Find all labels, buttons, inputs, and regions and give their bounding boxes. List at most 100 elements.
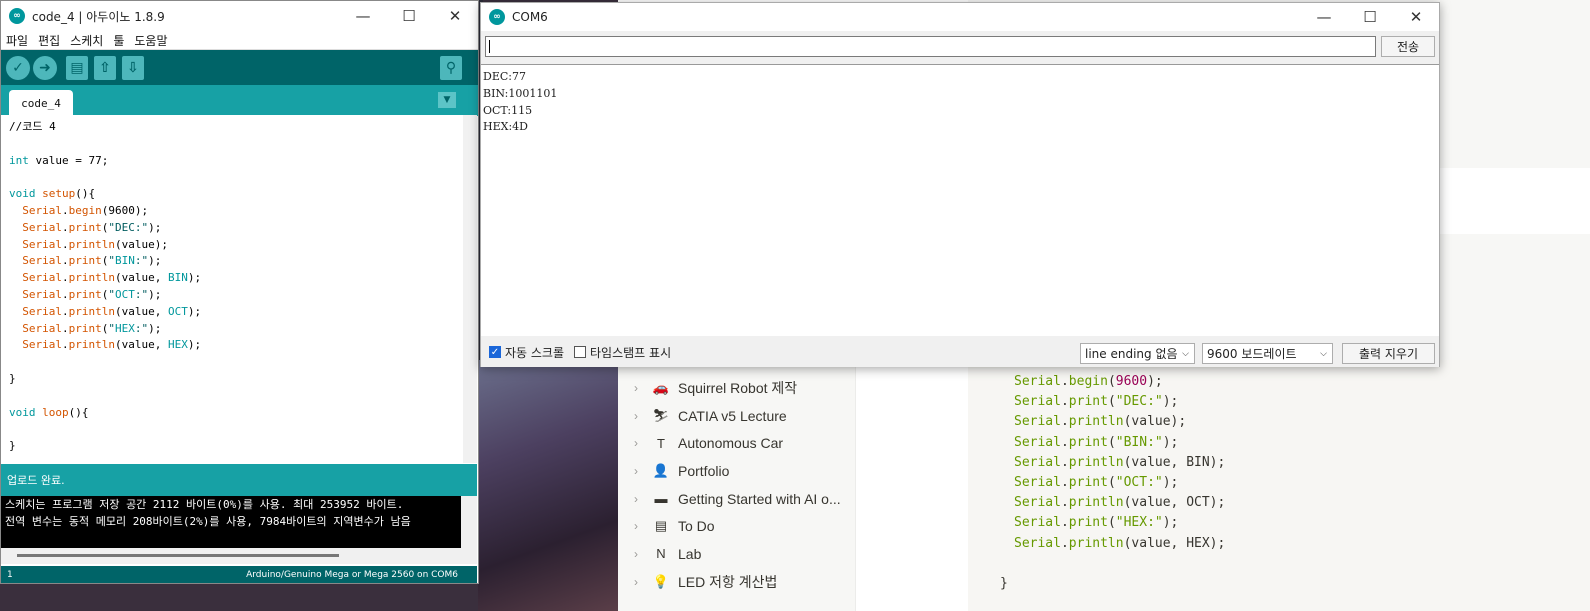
ide-toolbar: ✓ ➜ ▤ ⇧ ⇩ ⚲ [1,50,478,85]
notion-sidebar-item[interactable]: › ⛷ CATIA v5 Lecture [618,402,855,430]
code-line[interactable]: Serial.print("DEC:"); [9,220,463,237]
serial-titlebar[interactable]: ∞ COM6 — ☐ ✕ [481,3,1439,31]
notion-code-line: Serial.print("OCT:"); [1014,474,1179,490]
clear-output-button[interactable]: 출력 지우기 [1342,343,1435,364]
timestamp-label: 타임스탬프 표시 [590,345,672,360]
save-sketch-icon[interactable]: ⇩ [122,55,144,80]
page-icon: 💡 [652,573,670,589]
page-icon: ▬ [654,491,668,507]
notion-sidebar-item[interactable]: › 🚗 Squirrel Robot 제작 [618,374,855,402]
tab-menu-chevron-down-icon[interactable]: ▼ [438,92,456,108]
serial-output-line: BIN:1001101 [483,86,558,100]
code-line[interactable]: Serial.println(value, BIN); [9,270,463,287]
arduino-logo-icon: ∞ [9,8,25,24]
maximize-button[interactable]: ☐ [386,1,432,31]
baud-rate-select[interactable]: 9600 보드레이트 ⌵ [1202,343,1333,364]
autoscroll-label: 자동 스크롤 [505,345,565,360]
menu-help[interactable]: 도움말 [134,32,167,49]
chevron-right-icon[interactable]: › [634,575,650,589]
serial-options-bar: ✓ 자동 스크롤 타임스탬프 표시 line ending 없음 ⌵ 9600 … [481,337,1439,367]
chevron-right-icon[interactable]: › [634,547,650,561]
editor-scrollbar[interactable] [463,115,477,463]
code-line[interactable] [9,354,463,371]
baud-rate-value: 9600 보드레이트 [1207,347,1297,361]
notion-code-line: Serial.print("BIN:"); [1014,434,1179,450]
send-button[interactable]: 전송 [1381,36,1435,57]
menu-tools[interactable]: 툴 [113,32,124,49]
code-line[interactable]: } [9,371,463,388]
notion-code-block: Serial.begin(9600); Serial.print("DEC:");… [968,360,1590,611]
minimize-button[interactable]: — [340,1,386,31]
line-ending-select[interactable]: line ending 없음 ⌵ [1080,343,1195,364]
code-line[interactable]: } [9,438,463,455]
page-icon: N [656,546,666,562]
notion-sidebar-item[interactable]: › 👤 Portfolio [618,457,855,485]
line-ending-value: line ending 없음 [1085,347,1178,361]
console-scrollbar[interactable] [461,496,477,548]
code-line[interactable]: void setup(){ [9,186,463,203]
chevron-right-icon[interactable]: › [634,409,650,423]
chevron-right-icon[interactable]: › [634,464,650,478]
notion-sidebar-item[interactable]: › T Autonomous Car [618,429,855,457]
serial-output-line: DEC:77 [483,70,526,83]
notion-sidebar-item[interactable]: › 💡 LED 저항 계산법 [618,568,855,596]
chevron-right-icon[interactable]: › [634,519,650,533]
notion-code-line: Serial.println(value, BIN); [1014,454,1226,470]
code-line[interactable]: //코드 4 [9,119,463,136]
console-output: 스케치는 프로그램 저장 공간 2112 바이트(0%)를 사용. 최대 253… [1,496,461,548]
new-sketch-icon[interactable]: ▤ [66,55,88,80]
chevron-right-icon[interactable]: › [634,381,650,395]
tab-code-4[interactable]: code_4 [9,90,73,116]
code-line[interactable]: void loop(){ [9,405,463,422]
maximize-button[interactable]: ☐ [1347,2,1393,32]
menu-file[interactable]: 파일 [6,32,28,49]
code-line[interactable]: Serial.begin(9600); [9,203,463,220]
code-line[interactable]: Serial.println(value, OCT); [9,304,463,321]
notion-sidebar-item[interactable]: › ▤ To Do [618,512,855,540]
notion-sidebar-label: CATIA v5 Lecture [678,407,787,424]
serial-send-input[interactable] [485,36,1376,57]
page-icon: 👤 [652,462,670,478]
close-button[interactable]: ✕ [432,1,478,31]
code-line[interactable]: Serial.print("BIN:"); [9,253,463,270]
notion-sidebar-item[interactable]: › N Lab [618,540,855,568]
code-line[interactable] [9,421,463,438]
page-icon: T [657,435,665,451]
code-line[interactable] [9,388,463,405]
chevron-right-icon[interactable]: › [634,436,650,450]
serial-window-title: COM6 [512,10,548,24]
code-line[interactable]: Serial.print("OCT:"); [9,287,463,304]
serial-monitor-icon[interactable]: ⚲ [440,55,462,80]
line-number: 1 [7,569,13,580]
console-line: 스케치는 프로그램 저장 공간 2112 바이트(0%)를 사용. 최대 253… [5,498,404,511]
chevron-down-icon: ⌵ [1320,348,1327,359]
notion-sidebar-item[interactable]: › ▬ Getting Started with AI o... [618,485,855,513]
menu-edit[interactable]: 편집 [38,32,60,49]
minimize-button[interactable]: — [1301,2,1347,32]
notion-code-line: Serial.println(value, OCT); [1014,495,1226,511]
code-line[interactable]: Serial.println(value); [9,237,463,254]
open-sketch-icon[interactable]: ⇧ [94,55,116,80]
close-button[interactable]: ✕ [1393,2,1439,32]
code-line[interactable]: int value = 77; [9,153,463,170]
code-editor[interactable]: //코드 4 int value = 77; void setup(){ Ser… [1,115,463,463]
autoscroll-checkbox[interactable]: ✓ [489,346,501,358]
code-line[interactable] [9,169,463,186]
serial-output: DEC:77 BIN:1001101 OCT:115 HEX:4D [481,64,1439,336]
notion-sidebar-label: Lab [678,545,702,562]
scroll-thumb[interactable] [17,554,339,557]
upload-icon[interactable]: ➜ [33,55,57,80]
notion-sidebar-label: To Do [678,518,715,535]
chevron-right-icon[interactable]: › [634,492,650,506]
timestamp-checkbox[interactable] [574,346,587,358]
code-line[interactable] [9,136,463,153]
verify-icon[interactable]: ✓ [6,55,30,80]
console-horizontal-scrollbar[interactable] [1,548,477,564]
code-line[interactable]: Serial.println(value, HEX); [9,337,463,354]
menu-sketch[interactable]: 스케치 [70,32,103,49]
ide-titlebar[interactable]: ∞ code_4 | 아두이노 1.8.9 — ☐ ✕ [1,1,478,31]
notion-sidebar-label: Squirrel Robot 제작 [678,379,798,396]
notion-code-line: Serial.println(value, HEX); [1014,535,1226,551]
code-line[interactable]: Serial.print("HEX:"); [9,321,463,338]
notion-code-line: Serial.print("HEX:"); [1014,515,1179,531]
